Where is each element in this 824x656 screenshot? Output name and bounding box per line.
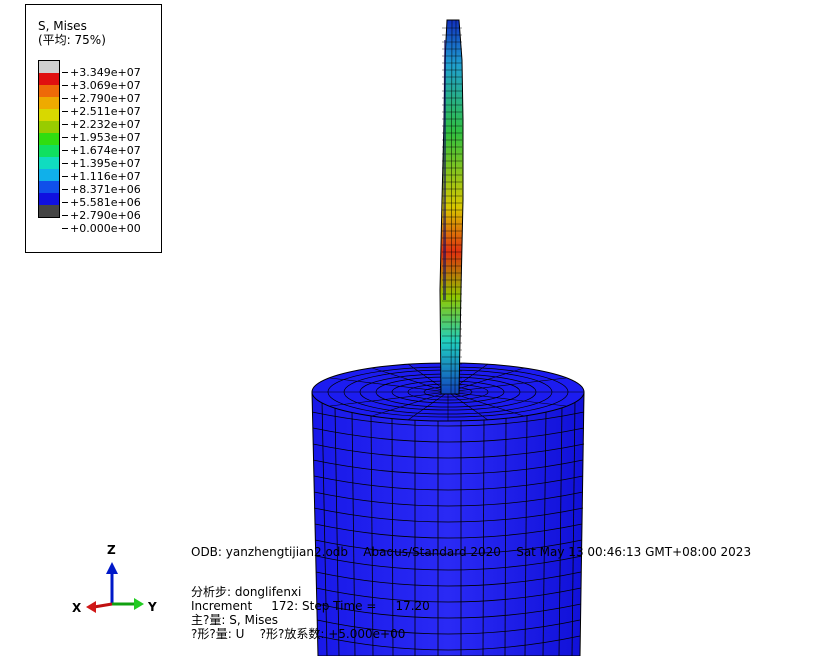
step-info-line: 分析步: donglifenxi (191, 585, 302, 599)
legend-title: S, Mises (平均: 75%) (38, 19, 106, 47)
legend-value: +1.953e+07 (62, 131, 141, 144)
legend-swatch (39, 205, 59, 217)
legend-swatch (39, 61, 59, 73)
triad-y-label: Y (148, 600, 157, 614)
legend-value: +2.790e+06 (62, 209, 141, 222)
legend-swatch (39, 181, 59, 193)
legend-swatch (39, 73, 59, 85)
cylinder-body (311, 391, 585, 656)
legend-swatch (39, 109, 59, 121)
odb-info-line: ODB: yanzhengtijian2.odb Abaqus/Standard… (191, 545, 752, 559)
legend-value: +0.000e+00 (62, 222, 141, 235)
legend-swatch (39, 133, 59, 145)
legend-swatch (39, 121, 59, 133)
legend-title-variable: S, Mises (38, 19, 87, 33)
primary-variable-line: 主?量: S, Mises (191, 613, 279, 627)
legend-value: +2.511e+07 (62, 105, 141, 118)
legend-value: +1.674e+07 (62, 144, 141, 157)
legend-swatch (39, 145, 59, 157)
triad-z-label: Z (107, 543, 116, 557)
deformed-variable-line: ?形?量: U ?形?放系数: +5.000e+00 (191, 627, 406, 641)
legend-value: +5.581e+06 (62, 196, 141, 209)
legend-swatch (39, 193, 59, 205)
legend-value: +8.371e+06 (62, 183, 141, 196)
legend-swatch (39, 169, 59, 181)
blade-part (439, 19, 464, 395)
legend-color-bar (38, 60, 60, 218)
z-axis-arrow-icon (106, 562, 118, 574)
y-axis-arrow-icon (134, 598, 144, 610)
x-axis-arrow-icon (86, 601, 96, 613)
legend-swatch (39, 85, 59, 97)
legend-value: +2.232e+07 (62, 118, 141, 131)
legend-value: +1.116e+07 (62, 170, 141, 183)
contour-legend: S, Mises (平均: 75%) +3.349e+07 +3.069e+07 +… (25, 4, 162, 253)
legend-value: +1.395e+07 (62, 157, 141, 170)
triad-x-label: X (72, 601, 82, 615)
legend-value: +3.349e+07 (62, 66, 141, 79)
legend-value: +2.790e+07 (62, 92, 141, 105)
legend-swatch (39, 157, 59, 169)
increment-info-line: Increment 172: Step Time = 17.20 (191, 599, 430, 613)
legend-title-averaging: (平均: 75%) (38, 33, 106, 47)
legend-value-list: +3.349e+07 +3.069e+07 +2.790e+07 +2.511e+07… (62, 66, 141, 235)
legend-value: +3.069e+07 (62, 79, 141, 92)
axis-triad (86, 562, 144, 613)
legend-swatch (39, 97, 59, 109)
